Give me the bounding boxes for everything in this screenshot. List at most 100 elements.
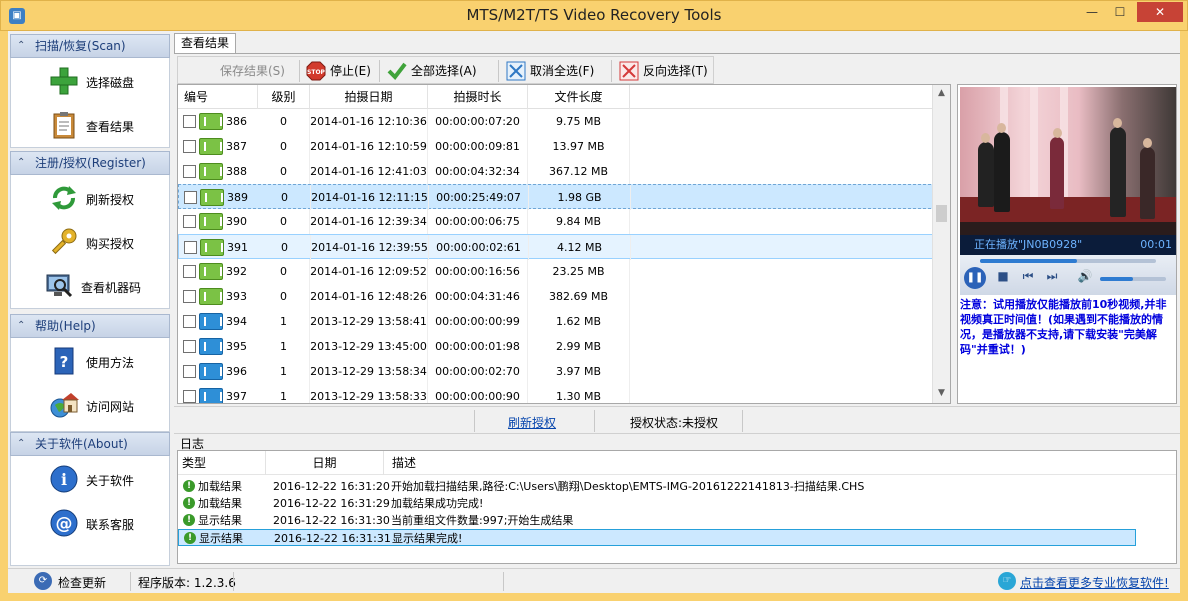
cell-size: 3.97 MB	[528, 359, 630, 384]
log-description: 开始加载扫描结果,路径:C:\Users\鹏翔\Desktop\EMTS-IMG…	[391, 480, 865, 493]
column-header-size[interactable]: 文件长度	[528, 85, 630, 109]
row-checkbox[interactable]	[184, 241, 197, 254]
scroll-down-arrow-icon[interactable]: ▼	[933, 385, 950, 402]
video-scene-person	[1050, 128, 1064, 209]
vertical-scrollbar[interactable]: ▲ ▼	[932, 85, 950, 403]
sidebar-section-scan[interactable]: ⌃ 扫描/恢复(Scan)	[10, 34, 170, 58]
maximize-button[interactable]: ☐	[1107, 2, 1133, 22]
collapse-chevron-icon: ⌃	[17, 438, 26, 449]
previous-icon[interactable]: ⏮	[1020, 269, 1036, 284]
row-checkbox[interactable]	[183, 265, 196, 278]
cell-id: 392	[226, 265, 247, 278]
video-file-icon	[199, 363, 223, 380]
select-all-button[interactable]: 全部选择(A)	[383, 59, 483, 83]
tab-view-results[interactable]: 查看结果	[174, 33, 236, 54]
video-file-icon	[199, 163, 223, 180]
cell-level: 0	[258, 134, 310, 159]
section-title: 扫描/恢复(Scan)	[35, 39, 126, 53]
cell-duration: 00:00:00:02:70	[428, 359, 528, 384]
sidebar-section-about[interactable]: ⌃ 关于软件(About)	[10, 432, 170, 456]
pause-button[interactable]: ❚❚	[964, 267, 986, 289]
update-icon[interactable]: ⟳	[34, 572, 52, 590]
table-row[interactable]: 391 0 2014-01-16 12:39:55 00:00:00:02:61 4.1…	[178, 234, 936, 260]
table-row[interactable]: 387 0 2014-01-16 12:10:59 00:00:00:09:81 13.…	[178, 134, 936, 159]
cell-id: 388	[226, 165, 247, 178]
video-file-icon	[200, 189, 224, 206]
sidebar-section-help[interactable]: ⌃ 帮助(Help)	[10, 314, 170, 338]
log-row[interactable]: ! 加载结果 2016-12-22 16:31:20 开始加载扫描结果,路径:C:\U…	[178, 478, 1136, 495]
table-row[interactable]: 389 0 2014-01-16 12:11:15 00:00:25:49:07 1.9…	[178, 184, 936, 210]
table-row[interactable]: 394 1 2013-12-29 13:58:41 00:00:00:00:99 1.6…	[178, 309, 936, 334]
table-row[interactable]: 390 0 2014-01-16 12:39:34 00:00:00:06:75 9.8…	[178, 209, 936, 234]
log-row[interactable]: ! 加载结果 2016-12-22 16:31:29 加载结果成功完成!	[178, 495, 1136, 512]
cell-duration: 00:00:25:49:07	[429, 185, 529, 210]
table-row[interactable]: 386 0 2014-01-16 12:10:36 00:00:00:07:20 9.7…	[178, 109, 936, 134]
row-checkbox[interactable]	[183, 290, 196, 303]
log-column-date[interactable]: 日期	[266, 451, 384, 475]
invert-selection-button[interactable]: 反向选择(T)	[615, 59, 711, 83]
blue-x-icon	[506, 61, 526, 81]
column-header-date[interactable]: 拍摄日期	[310, 85, 428, 109]
column-header-duration[interactable]: 拍摄时长	[428, 85, 528, 109]
save-results-button[interactable]: 保存结果(S)	[192, 59, 292, 83]
separator	[742, 410, 743, 432]
table-row[interactable]: 388 0 2014-01-16 12:41:03 00:00:04:32:34 367…	[178, 159, 936, 184]
sidebar-item-view-results[interactable]: 查看结果	[11, 106, 169, 146]
cell-size: 1.30 MB	[528, 384, 630, 403]
playing-status: 正在播放"JN0B0928"	[974, 238, 1083, 251]
row-checkbox[interactable]	[183, 165, 196, 178]
sidebar-section-register[interactable]: ⌃ 注册/授权(Register)	[10, 151, 170, 175]
table-row[interactable]: 392 0 2014-01-16 12:09:52 00:00:00:16:56 23.…	[178, 259, 936, 284]
row-checkbox[interactable]	[183, 115, 196, 128]
table-row[interactable]: 397 1 2013-12-29 13:58:33 00:00:00:00:90 1.3…	[178, 384, 936, 403]
sidebar-item-about[interactable]: i 关于软件	[11, 460, 169, 500]
cell-id: 391	[227, 241, 248, 254]
table-row[interactable]: 395 1 2013-12-29 13:45:00 00:00:00:01:98 2.9…	[178, 334, 936, 359]
row-checkbox[interactable]	[183, 315, 196, 328]
next-icon[interactable]: ⏭	[1044, 269, 1060, 284]
scroll-up-arrow-icon[interactable]: ▲	[933, 85, 950, 102]
log-row[interactable]: ! 显示结果 2016-12-22 16:31:31 显示结果完成!	[178, 529, 1136, 546]
license-status: 授权状态:未授权	[630, 416, 719, 430]
sidebar-item-contact-support[interactable]: @ 联系客服	[11, 504, 169, 544]
volume-slider[interactable]	[1100, 277, 1166, 281]
more-software-link[interactable]: 点击查看更多专业恢复软件!	[1020, 574, 1169, 591]
table-row[interactable]: 396 1 2013-12-29 13:58:34 00:00:00:02:70 3.9…	[178, 359, 936, 384]
column-header-level[interactable]: 级别	[258, 85, 310, 109]
stop-icon[interactable]: ■	[996, 269, 1010, 283]
cell-duration: 00:00:00:09:81	[428, 134, 528, 159]
minimize-button[interactable]: —	[1079, 2, 1105, 22]
player-controls: ❚❚ ■ ⏮ ⏭ 🔊	[960, 255, 1176, 295]
sidebar-item-machine-code[interactable]: 查看机器码	[11, 267, 169, 307]
hand-pointer-icon[interactable]: ☞	[998, 572, 1016, 590]
seek-bar[interactable]	[980, 259, 1156, 263]
sidebar-item-select-disk[interactable]: 选择磁盘	[11, 62, 169, 102]
check-update-button[interactable]: 检查更新	[58, 574, 106, 591]
sidebar-item-visit-website[interactable]: 访问网站	[11, 386, 169, 426]
close-button[interactable]: ✕	[1137, 2, 1183, 22]
row-checkbox[interactable]	[183, 390, 196, 403]
row-checkbox[interactable]	[183, 215, 196, 228]
sidebar-item-buy-license[interactable]: 购买授权	[11, 223, 169, 263]
cell-level: 0	[258, 259, 310, 284]
cell-size: 2.99 MB	[528, 334, 630, 359]
row-checkbox[interactable]	[183, 365, 196, 378]
sidebar-item-refresh-license[interactable]: 刷新授权	[11, 179, 169, 219]
volume-icon[interactable]: 🔊	[1076, 269, 1094, 283]
stop-button[interactable]: STOP 停止(E)	[302, 59, 374, 83]
refresh-license-link[interactable]: 刷新授权	[508, 414, 556, 431]
log-row[interactable]: ! 显示结果 2016-12-22 16:31:30 当前重组文件数量:997;开始生…	[178, 512, 1136, 529]
log-column-type[interactable]: 类型	[178, 451, 266, 475]
log-column-description[interactable]: 描述	[384, 451, 1176, 475]
row-checkbox[interactable]	[184, 191, 197, 204]
deselect-all-button[interactable]: 取消全选(F)	[502, 59, 602, 83]
column-header-id[interactable]: 编号	[178, 85, 258, 109]
cell-date: 2013-12-29 13:45:00	[310, 334, 428, 359]
log-date: 2016-12-22 16:31:29	[273, 497, 390, 510]
row-checkbox[interactable]	[183, 340, 196, 353]
cell-id: 393	[226, 290, 247, 303]
sidebar-item-usage[interactable]: ? 使用方法	[11, 342, 169, 382]
row-checkbox[interactable]	[183, 140, 196, 153]
table-row[interactable]: 393 0 2014-01-16 12:48:26 00:00:04:31:46 382…	[178, 284, 936, 309]
scrollbar-thumb[interactable]	[936, 205, 947, 222]
